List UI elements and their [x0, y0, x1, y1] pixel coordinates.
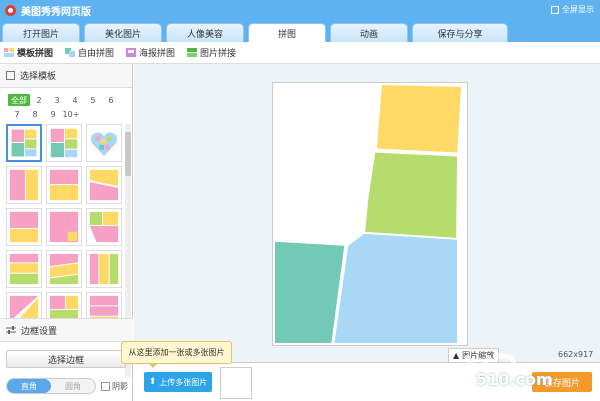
template-panel: 选择模板 全部 2 3 4 5 6 7 8 9 10+ 边框设置 选择边框 直角… — [0, 64, 133, 401]
corner-round-option[interactable]: 圆角 — [51, 379, 95, 393]
upload-label: 上传多张图片 — [159, 377, 208, 387]
template-thumbnail[interactable] — [46, 250, 82, 288]
count-filter-2[interactable]: 2 — [30, 94, 48, 106]
template-thumbnail[interactable] — [46, 124, 82, 162]
stitch-icon — [187, 48, 198, 57]
border-settings-header: 边框设置 — [0, 318, 133, 342]
image-tray-slot[interactable] — [220, 367, 252, 399]
watermark-domain: 510.com — [476, 370, 553, 389]
template-thumbnail-heart[interactable] — [86, 124, 122, 162]
mode-image-stitch[interactable]: 图片拼接 — [187, 46, 236, 59]
app-title: 美图秀秀网页版 — [21, 6, 91, 18]
tab-collage[interactable]: 拼图 — [248, 23, 326, 42]
mode-poster-collage[interactable]: 海报拼图 — [126, 46, 175, 59]
collage-poster-canvas[interactable] — [272, 82, 468, 346]
count-filter-7[interactable]: 7 — [8, 108, 26, 120]
template-thumbnail[interactable] — [86, 208, 122, 246]
arrow-up-icon: ⬆ — [148, 377, 157, 387]
sliders-icon — [6, 325, 16, 334]
tab-open-image[interactable]: 打开图片 — [2, 23, 80, 42]
count-filter-10plus[interactable]: 10+ — [62, 108, 80, 120]
corner-style-toggle[interactable]: 直角 圆角 — [6, 378, 96, 394]
collage-slot-blue — [334, 233, 458, 344]
collage-slot-yellow — [376, 84, 462, 153]
template-thumbnail[interactable] — [6, 124, 42, 162]
template-scrollbar-thumb[interactable] — [125, 132, 131, 176]
template-panel-title: 选择模板 — [20, 72, 57, 82]
count-filter-6[interactable]: 6 — [102, 94, 120, 106]
template-thumbnail[interactable] — [6, 250, 42, 288]
shadow-checkbox-box[interactable] — [101, 382, 110, 391]
poster-icon — [126, 48, 137, 57]
count-filter-8[interactable]: 8 — [26, 108, 44, 120]
fullscreen-icon — [551, 5, 559, 14]
image-count-filter-row-2: 7 8 9 10+ — [8, 108, 80, 120]
mode-template-collage[interactable]: 模板拼图 — [4, 46, 53, 59]
collage-slot-white — [274, 84, 376, 246]
template-thumbnail[interactable] — [6, 166, 42, 204]
main-tabs: 打开图片 美化图片 人像美容 拼图 动画 保存与分享 — [0, 20, 600, 42]
template-thumbnail[interactable] — [46, 208, 82, 246]
tab-animation[interactable]: 动画 — [330, 23, 408, 42]
collage-icon — [65, 48, 76, 57]
count-filter-5[interactable]: 5 — [84, 94, 102, 106]
image-count-filter-row-1: 全部 2 3 4 5 6 — [8, 94, 120, 106]
fullscreen-button[interactable]: 全屏显示 — [551, 4, 594, 15]
collage-mode-bar: 模板拼图 自由拼图 海报拼图 图片拼接 — [0, 42, 600, 64]
zoom-label: 图片缩放 — [462, 351, 495, 360]
template-panel-header: 选择模板 — [0, 64, 132, 88]
select-border-button[interactable]: 选择边框 — [6, 350, 126, 368]
image-zoom-control[interactable]: ▲ 图片缩放 — [448, 348, 500, 363]
template-thumbnail[interactable] — [86, 166, 122, 204]
template-thumbnail[interactable] — [86, 250, 122, 288]
count-filter-9[interactable]: 9 — [44, 108, 62, 120]
upload-multiple-button[interactable]: ⬆ 上传多张图片 — [144, 372, 212, 392]
upload-tooltip: 从这里添加一张或多张图片 — [121, 341, 232, 368]
tab-portrait[interactable]: 人像美容 — [166, 23, 244, 42]
mode-free-collage[interactable]: 自由拼图 — [65, 46, 114, 59]
fullscreen-label: 全屏显示 — [562, 5, 594, 14]
corner-square-option[interactable]: 直角 — [7, 379, 51, 393]
count-filter-4[interactable]: 4 — [66, 94, 84, 106]
template-thumbnail[interactable] — [6, 208, 42, 246]
canvas-dimensions: 662x917 — [558, 350, 594, 359]
shadow-checkbox[interactable]: 阴影 — [101, 381, 128, 392]
collage-slot-green — [365, 152, 458, 238]
grid-icon — [4, 48, 14, 57]
template-thumbnail[interactable] — [46, 166, 82, 204]
border-settings-title: 边框设置 — [21, 326, 58, 337]
title-bar: 美图秀秀网页版 全屏显示 — [0, 0, 600, 20]
template-list-icon — [6, 71, 15, 80]
shadow-label: 阴影 — [112, 382, 128, 391]
tab-save-share[interactable]: 保存与分享 — [412, 23, 508, 42]
zoom-triangle-icon: ▲ — [453, 351, 460, 360]
app-logo-icon — [5, 4, 16, 16]
count-filter-all[interactable]: 全部 — [8, 94, 30, 106]
tab-beautify[interactable]: 美化图片 — [84, 23, 162, 42]
count-filter-3[interactable]: 3 — [48, 94, 66, 106]
